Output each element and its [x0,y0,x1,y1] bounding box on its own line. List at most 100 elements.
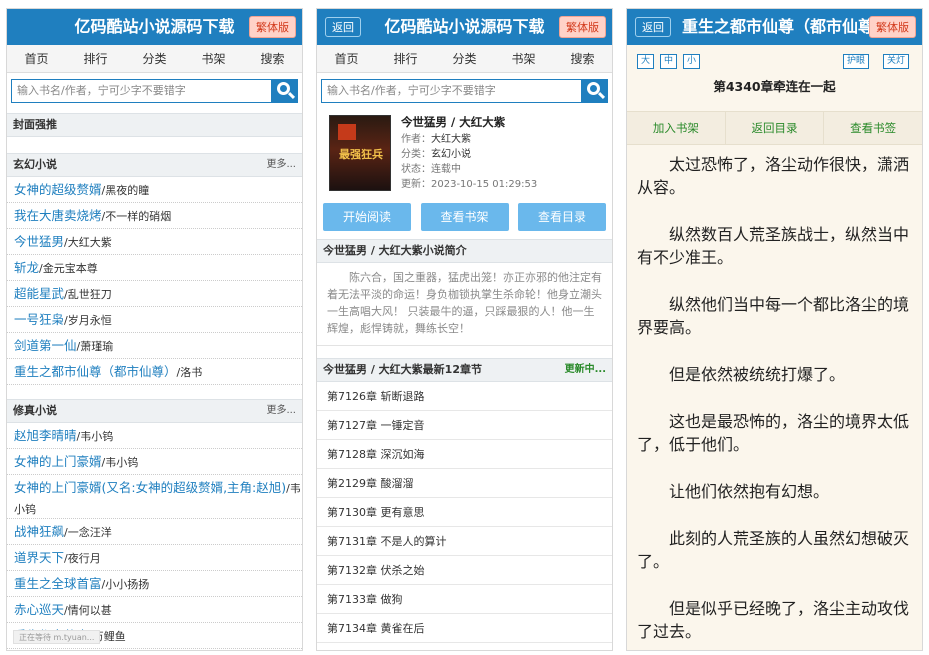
book-title-link[interactable]: 女神的超级赘婿 [14,182,102,197]
book-cover[interactable]: 最强狂兵 [329,115,391,191]
chapter-link[interactable]: 第7134章 黄雀在后 [317,614,612,643]
paragraph: 此刻的人荒圣族的人虽然幻想破灭了。 [637,529,910,571]
reader-tabs: 加入书架 返回目录 查看书签 [627,111,922,145]
paragraph: 但是似乎已经晚了，洛尘主动攻伐了过去。 [637,599,910,641]
book-title-link[interactable]: 道界天下 [14,550,64,565]
chapter-link[interactable]: 第7126章 斩断退路 [317,382,612,411]
eye-care-button[interactable]: 护眼 [843,54,870,69]
chapter-title: 第4340章牵连在一起 [713,79,836,94]
chapter-link[interactable]: 第7135章 怒了 [317,643,612,650]
home-page: 亿码酷站小说源码下载 繁体版 首页 排行 分类 书架 搜索 输入书名/作者，宁可… [6,8,303,651]
list-item: 一号狂枭/岁月永恒 [7,307,302,333]
list-item: 超能星武/乱世狂刀 [7,281,302,307]
nav-search[interactable]: 搜索 [243,45,302,72]
book-list-xuanhuan: 女神的超级赘婿/黑夜的瞳我在大唐卖烧烤/不一样的硝烟今世猛男/大红大紫斩龙/金元… [7,177,302,385]
reader-toolbar: 大 中 小 护眼 关灯 [627,45,922,75]
book-title-link[interactable]: 今世猛男 [14,234,64,249]
section-header-xuanhuan: 玄幻小说 更多... [7,153,302,177]
traditional-chinese-button[interactable]: 繁体版 [559,16,606,38]
book-title-link[interactable]: 赤心巡天 [14,602,64,617]
nav-ranking[interactable]: 排行 [66,45,125,72]
book-title-link[interactable]: 战神狂飙 [14,524,64,539]
chapter-link[interactable]: 第7133章 做狗 [317,585,612,614]
back-to-toc-button[interactable]: 返回目录 [726,112,825,144]
book-title-link[interactable]: 重生之都市仙尊（都市仙尊） [14,364,177,379]
search-bar: 输入书名/作者，宁可少字不要错字 [11,79,298,109]
book-title-link[interactable]: 女神的上门豪婿 [14,454,102,469]
paragraph: 纵然他们当中每一个都比洛尘的境界要高。 [637,295,910,337]
nav-bookshelf[interactable]: 书架 [184,45,243,72]
list-item: 我在大唐卖烧烤/不一样的硝烟 [7,203,302,229]
header: 亿码酷站小说源码下载 繁体版 [7,9,302,45]
book-author: /情何以甚 [64,604,112,617]
search-button[interactable] [272,79,298,103]
more-link[interactable]: 更多... [266,154,296,176]
list-item: 战神狂飙/一念汪洋 [7,519,302,545]
main-nav: 首页 排行 分类 书架 搜索 [317,45,612,73]
latest-chapters-title: 今世猛男 / 大红大紫最新12章节 更新中... [317,358,612,382]
main-nav: 首页 排行 分类 书架 搜索 [7,45,302,73]
book-title-link[interactable]: 超能星武 [14,286,64,301]
traditional-chinese-button[interactable]: 繁体版 [869,16,916,38]
font-small-button[interactable]: 小 [683,54,701,69]
chapter-link[interactable]: 第7130章 更有意思 [317,498,612,527]
view-toc-button[interactable]: 查看目录 [518,203,606,231]
nav-home[interactable]: 首页 [7,45,66,72]
list-item: 斩龙/金元宝本尊 [7,255,302,281]
intro-text: 陈六合，国之重器，猛虎出笼！亦正亦邪的他注定有着无法平淡的命运！身负枷锁执掌生杀… [317,263,612,346]
category-field: 分类：玄幻小说 [401,149,471,160]
book-title-link[interactable]: 女神的上门豪婿(又名:女神的超级赘婿,主角:赵旭) [14,480,286,495]
lights-off-button[interactable]: 关灯 [883,54,910,69]
font-medium-button[interactable]: 中 [660,54,678,69]
paragraph: 太过恐怖了，洛尘动作很快，潇洒从容。 [637,155,910,197]
list-item: 女神的上门豪婿(又名:女神的超级赘婿,主角:赵旭)/韦小钨 [7,475,302,519]
back-button[interactable]: 返回 [635,17,671,37]
book-title-link[interactable]: 斩龙 [14,260,39,275]
chapter-link[interactable]: 第7132章 伏杀之始 [317,556,612,585]
nav-category[interactable]: 分类 [435,45,494,72]
chapter-content: 太过恐怖了，洛尘动作很快，潇洒从容。 纵然数百人荒圣族战士，纵然当中有不少准王。纵… [627,145,922,643]
chapter-link[interactable]: 第7127章 一锤定音 [317,411,612,440]
paragraph: 让他们依然抱有幻想。 [669,482,830,501]
book-author: /岁月永恒 [64,314,112,327]
book-author: /乱世狂刀 [64,288,112,301]
book-list-xiuzhen: 赵旭李晴晴/韦小钨 女神的上门豪婿/韦小钨 女神的上门豪婿(又名:女神的超级赘婿,主… [7,423,302,649]
book-title-link[interactable]: 一号狂枭 [14,312,64,327]
view-bookmark-button[interactable]: 查看书签 [824,112,922,144]
chapter-link[interactable]: 第2129章 酸溜溜 [317,469,612,498]
book-author: /不一样的硝烟 [101,210,172,223]
book-title-link[interactable]: 我在大唐卖烧烤 [14,208,102,223]
search-button[interactable] [582,79,608,103]
author-field: 作者：大红大紫 [401,134,471,145]
search-input[interactable]: 输入书名/作者，宁可少字不要错字 [11,79,272,103]
font-large-button[interactable]: 大 [637,54,655,69]
add-to-shelf-button[interactable]: 加入书架 [627,112,726,144]
nav-search[interactable]: 搜索 [553,45,612,72]
book-title-link[interactable]: 剑道第一仙 [14,338,77,353]
view-bookshelf-button[interactable]: 查看书架 [420,203,509,231]
book-title-link[interactable]: 重生之全球首富 [14,576,102,591]
book-author: /韦小钨 [76,430,114,443]
featured-section-title: 封面强推 [7,113,302,137]
start-reading-button[interactable]: 开始阅读 [323,203,411,231]
chapter-link[interactable]: 第7128章 深沉如海 [317,440,612,469]
update-field: 更新：2023-10-15 01:29:53 [401,179,538,190]
traditional-chinese-button[interactable]: 繁体版 [249,16,296,38]
book-author: /大红大紫 [64,236,112,249]
book-info: 最强狂兵 今世猛男 / 大红大紫 作者：大红大紫 分类：玄幻小说 状态：连载中 … [317,115,612,199]
chapter-link[interactable]: 第7131章 不是人的算计 [317,527,612,556]
book-title-link[interactable]: 赵旭李晴晴 [14,428,77,443]
nav-bookshelf[interactable]: 书架 [494,45,553,72]
search-bar: 输入书名/作者，宁可少字不要错字 [321,79,608,109]
more-link[interactable]: 更多... [266,400,296,422]
nav-ranking[interactable]: 排行 [376,45,435,72]
nav-category[interactable]: 分类 [125,45,184,72]
search-input[interactable]: 输入书名/作者，宁可少字不要错字 [321,79,582,103]
book-author: /黑夜的瞳 [101,184,150,197]
header: 返回 亿码酷站小说源码下载 繁体版 [317,9,612,45]
header: 返回 重生之都市仙尊（都市仙尊） 繁体版 [627,9,922,45]
book-author: /萧瑾瑜 [76,340,114,353]
book-author: /洛书 [176,366,203,379]
nav-home[interactable]: 首页 [317,45,376,72]
updating-label: 更新中... [564,364,606,375]
